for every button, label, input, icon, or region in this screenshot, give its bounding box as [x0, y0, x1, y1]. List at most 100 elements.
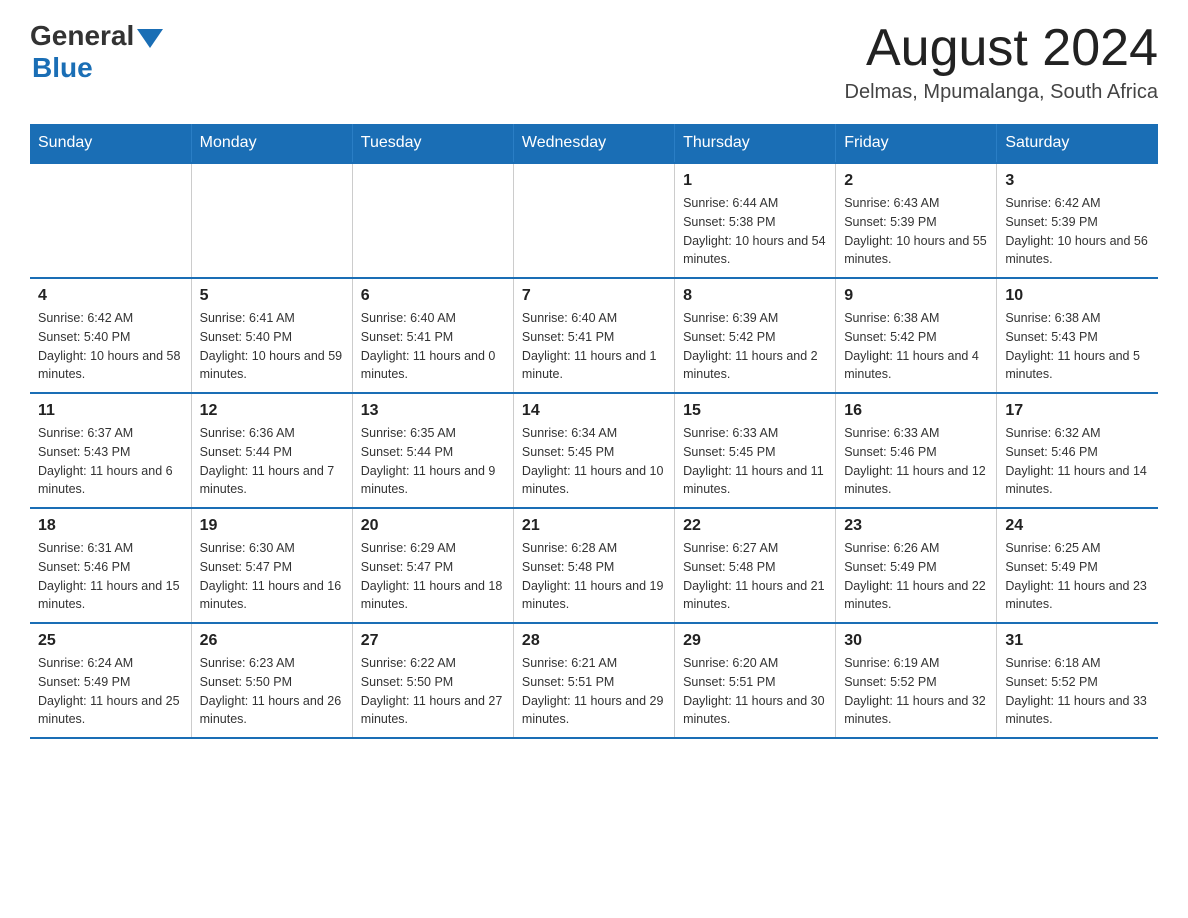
day-number: 20 [361, 517, 505, 535]
day-number: 18 [38, 517, 183, 535]
day-info: Sunrise: 6:34 AMSunset: 5:45 PMDaylight:… [522, 424, 666, 499]
calendar-cell [30, 163, 191, 278]
day-header-wednesday: Wednesday [513, 124, 674, 163]
calendar-cell: 5 Sunrise: 6:41 AMSunset: 5:40 PMDaylight… [191, 278, 352, 393]
calendar-cell: 12Sunrise: 6:36 AMSunset: 5:44 PMDayligh… [191, 393, 352, 508]
day-number: 21 [522, 517, 666, 535]
week-row-3: 11 Sunrise: 6:37 AMSunset: 5:43 PMDayligh… [30, 393, 1158, 508]
calendar-cell [352, 163, 513, 278]
logo-general-text: General [30, 20, 134, 52]
calendar-cell: 1 Sunrise: 6:44 AMSunset: 5:38 PMDaylight… [675, 163, 836, 278]
logo-blue-text: Blue [30, 52, 93, 84]
calendar-cell: 14 Sunrise: 6:34 AMSunset: 5:45 PMDayligh… [513, 393, 674, 508]
calendar-cell [191, 163, 352, 278]
day-number: 9 [844, 287, 988, 305]
day-header-monday: Monday [191, 124, 352, 163]
day-number: 29 [683, 632, 827, 650]
day-number: 26 [200, 632, 344, 650]
calendar-cell: 2 Sunrise: 6:43 AMSunset: 5:39 PMDaylight… [836, 163, 997, 278]
day-number: 2 [844, 172, 988, 190]
day-number: 24 [1005, 517, 1150, 535]
day-info: Sunrise: 6:26 AMSunset: 5:49 PMDaylight:… [844, 539, 988, 614]
day-info: Sunrise: 6:30 AMSunset: 5:47 PMDaylight:… [200, 539, 344, 614]
day-number: 11 [38, 402, 183, 420]
calendar-cell: 22Sunrise: 6:27 AMSunset: 5:48 PMDayligh… [675, 508, 836, 623]
location: Delmas, Mpumalanga, South Africa [845, 81, 1159, 104]
logo: General Blue [30, 20, 163, 84]
day-info: Sunrise: 6:24 AMSunset: 5:49 PMDaylight:… [38, 654, 183, 729]
calendar-cell: 25 Sunrise: 6:24 AMSunset: 5:49 PMDayligh… [30, 623, 191, 738]
calendar-cell: 11 Sunrise: 6:37 AMSunset: 5:43 PMDayligh… [30, 393, 191, 508]
calendar-cell: 20Sunrise: 6:29 AMSunset: 5:47 PMDayligh… [352, 508, 513, 623]
day-info: Sunrise: 6:22 AMSunset: 5:50 PMDaylight:… [361, 654, 505, 729]
day-info: Sunrise: 6:28 AMSunset: 5:48 PMDaylight:… [522, 539, 666, 614]
day-number: 5 [200, 287, 344, 305]
calendar-cell: 18 Sunrise: 6:31 AMSunset: 5:46 PMDayligh… [30, 508, 191, 623]
title-section: August 2024 Delmas, Mpumalanga, South Af… [845, 20, 1159, 104]
day-header-friday: Friday [836, 124, 997, 163]
calendar-cell: 9Sunrise: 6:38 AMSunset: 5:42 PMDaylight… [836, 278, 997, 393]
day-info: Sunrise: 6:43 AMSunset: 5:39 PMDaylight:… [844, 194, 988, 269]
day-number: 8 [683, 287, 827, 305]
day-info: Sunrise: 6:19 AMSunset: 5:52 PMDaylight:… [844, 654, 988, 729]
calendar-cell: 13 Sunrise: 6:35 AMSunset: 5:44 PMDayligh… [352, 393, 513, 508]
day-info: Sunrise: 6:37 AMSunset: 5:43 PMDaylight:… [38, 424, 183, 499]
calendar-cell: 26Sunrise: 6:23 AMSunset: 5:50 PMDayligh… [191, 623, 352, 738]
day-number: 1 [683, 172, 827, 190]
calendar-cell: 16 Sunrise: 6:33 AMSunset: 5:46 PMDayligh… [836, 393, 997, 508]
day-number: 10 [1005, 287, 1150, 305]
week-row-1: 1 Sunrise: 6:44 AMSunset: 5:38 PMDaylight… [30, 163, 1158, 278]
day-info: Sunrise: 6:44 AMSunset: 5:38 PMDaylight:… [683, 194, 827, 269]
week-row-4: 18 Sunrise: 6:31 AMSunset: 5:46 PMDayligh… [30, 508, 1158, 623]
day-number: 13 [361, 402, 505, 420]
day-number: 7 [522, 287, 666, 305]
day-number: 4 [38, 287, 183, 305]
day-header-saturday: Saturday [997, 124, 1158, 163]
calendar-cell: 30Sunrise: 6:19 AMSunset: 5:52 PMDayligh… [836, 623, 997, 738]
calendar-header: SundayMondayTuesdayWednesdayThursdayFrid… [30, 124, 1158, 163]
calendar-cell: 28 Sunrise: 6:21 AMSunset: 5:51 PMDayligh… [513, 623, 674, 738]
day-info: Sunrise: 6:39 AMSunset: 5:42 PMDaylight:… [683, 309, 827, 384]
day-number: 23 [844, 517, 988, 535]
day-info: Sunrise: 6:40 AMSunset: 5:41 PMDaylight:… [522, 309, 666, 384]
header: General Blue August 2024 Delmas, Mpumala… [30, 20, 1158, 104]
calendar-cell: 21 Sunrise: 6:28 AMSunset: 5:48 PMDayligh… [513, 508, 674, 623]
day-number: 28 [522, 632, 666, 650]
day-info: Sunrise: 6:32 AMSunset: 5:46 PMDaylight:… [1005, 424, 1150, 499]
day-info: Sunrise: 6:25 AMSunset: 5:49 PMDaylight:… [1005, 539, 1150, 614]
day-number: 15 [683, 402, 827, 420]
day-number: 12 [200, 402, 344, 420]
calendar-cell: 31Sunrise: 6:18 AMSunset: 5:52 PMDayligh… [997, 623, 1158, 738]
day-info: Sunrise: 6:18 AMSunset: 5:52 PMDaylight:… [1005, 654, 1150, 729]
day-info: Sunrise: 6:42 AMSunset: 5:40 PMDaylight:… [38, 309, 183, 384]
week-row-2: 4 Sunrise: 6:42 AMSunset: 5:40 PMDaylight… [30, 278, 1158, 393]
calendar-cell: 27Sunrise: 6:22 AMSunset: 5:50 PMDayligh… [352, 623, 513, 738]
calendar-cell: 8 Sunrise: 6:39 AMSunset: 5:42 PMDaylight… [675, 278, 836, 393]
week-row-5: 25 Sunrise: 6:24 AMSunset: 5:49 PMDayligh… [30, 623, 1158, 738]
day-number: 25 [38, 632, 183, 650]
calendar-table: SundayMondayTuesdayWednesdayThursdayFrid… [30, 124, 1158, 739]
day-info: Sunrise: 6:40 AMSunset: 5:41 PMDaylight:… [361, 309, 505, 384]
day-info: Sunrise: 6:42 AMSunset: 5:39 PMDaylight:… [1005, 194, 1150, 269]
calendar-cell: 15Sunrise: 6:33 AMSunset: 5:45 PMDayligh… [675, 393, 836, 508]
day-info: Sunrise: 6:20 AMSunset: 5:51 PMDaylight:… [683, 654, 827, 729]
day-number: 14 [522, 402, 666, 420]
day-info: Sunrise: 6:33 AMSunset: 5:46 PMDaylight:… [844, 424, 988, 499]
calendar-cell: 7 Sunrise: 6:40 AMSunset: 5:41 PMDaylight… [513, 278, 674, 393]
calendar-cell: 6Sunrise: 6:40 AMSunset: 5:41 PMDaylight… [352, 278, 513, 393]
calendar-cell: 19Sunrise: 6:30 AMSunset: 5:47 PMDayligh… [191, 508, 352, 623]
day-info: Sunrise: 6:21 AMSunset: 5:51 PMDaylight:… [522, 654, 666, 729]
calendar-cell: 23 Sunrise: 6:26 AMSunset: 5:49 PMDayligh… [836, 508, 997, 623]
calendar-cell: 29 Sunrise: 6:20 AMSunset: 5:51 PMDayligh… [675, 623, 836, 738]
day-header-thursday: Thursday [675, 124, 836, 163]
day-number: 17 [1005, 402, 1150, 420]
day-number: 16 [844, 402, 988, 420]
calendar-cell [513, 163, 674, 278]
day-info: Sunrise: 6:41 AMSunset: 5:40 PMDaylight:… [200, 309, 344, 384]
day-info: Sunrise: 6:35 AMSunset: 5:44 PMDaylight:… [361, 424, 505, 499]
day-info: Sunrise: 6:31 AMSunset: 5:46 PMDaylight:… [38, 539, 183, 614]
calendar-body: 1 Sunrise: 6:44 AMSunset: 5:38 PMDaylight… [30, 163, 1158, 738]
day-number: 22 [683, 517, 827, 535]
day-header-sunday: Sunday [30, 124, 191, 163]
calendar-cell: 24 Sunrise: 6:25 AMSunset: 5:49 PMDayligh… [997, 508, 1158, 623]
